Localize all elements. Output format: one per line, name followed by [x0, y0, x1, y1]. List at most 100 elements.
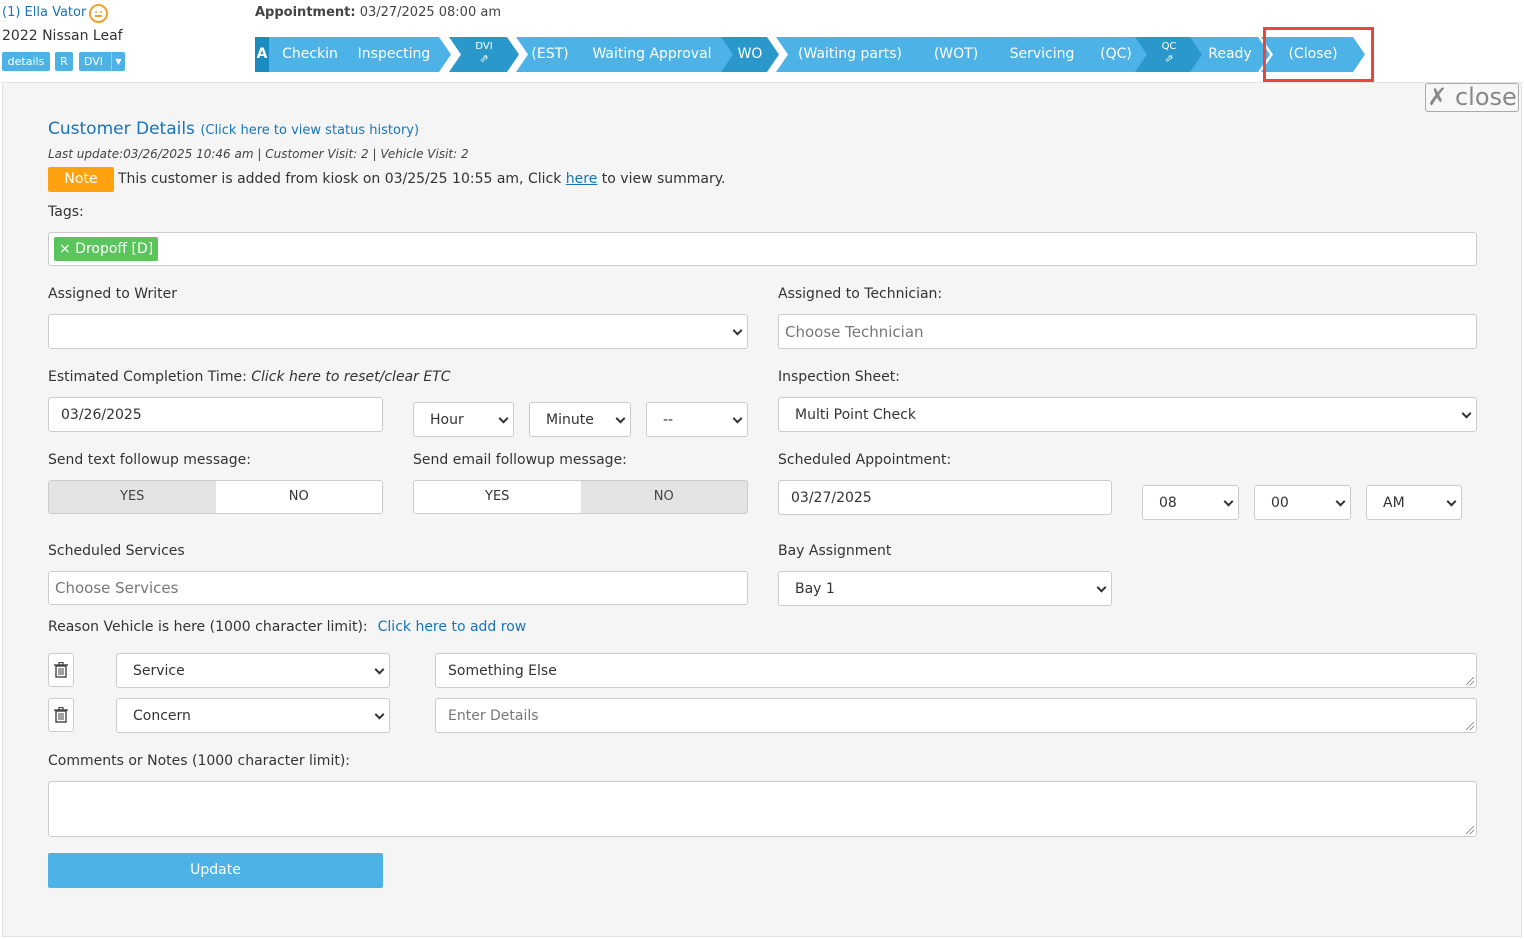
status-step-waiting-parts[interactable]: (Waiting parts) — [776, 37, 924, 72]
resize-handle-icon[interactable] — [1466, 677, 1474, 685]
add-row-link[interactable]: Click here to add row — [378, 619, 527, 635]
comments-textarea[interactable] — [48, 781, 1477, 837]
writer-select[interactable] — [48, 314, 748, 349]
appointment-value: 03/27/2025 08:00 am — [355, 5, 501, 20]
chevron-down-icon — [732, 413, 743, 424]
chevron-down-icon — [1461, 408, 1472, 419]
email-followup-yes[interactable]: YES — [414, 481, 581, 513]
reason-details-value-1: Something Else — [448, 662, 557, 679]
chevron-down-icon — [615, 413, 626, 424]
status-step-label: (WOT) — [933, 46, 979, 62]
trash-icon — [54, 662, 68, 678]
services-input[interactable]: Choose Services — [48, 571, 748, 605]
status-step-waiting-approval[interactable]: Waiting Approval — [570, 37, 734, 72]
reason-details-input-2[interactable]: Enter Details — [435, 698, 1477, 733]
reason-heading: Reason Vehicle is here (1000 character l… — [48, 619, 526, 635]
scheduled-appt-date-input[interactable]: 03/27/2025 — [778, 480, 1112, 515]
text-followup-label: Send text followup message: — [48, 452, 251, 468]
delete-row-2-button[interactable] — [48, 698, 74, 732]
status-progress-bar: Checkin Inspecting DVI ⇗ (EST) Waiting Approv… — [255, 37, 1365, 72]
scheduled-hour-select[interactable]: 08 — [1142, 485, 1239, 520]
customer-details-title: Customer Details — [48, 119, 195, 139]
etc-date-input[interactable]: 03/26/2025 — [48, 397, 383, 432]
note-badge: Note — [48, 167, 114, 192]
etc-heading: Estimated Completion Time: Click here to… — [48, 369, 451, 385]
chevron-down-icon — [732, 325, 743, 336]
inspection-select[interactable]: Multi Point Check — [778, 397, 1477, 432]
chevron-down-icon — [1223, 496, 1234, 507]
inspection-value: Multi Point Check — [795, 406, 916, 423]
etc-hour-select[interactable]: Hour — [413, 402, 514, 437]
chevron-down-icon — [1335, 496, 1346, 507]
email-followup-no[interactable]: NO — [580, 481, 747, 513]
technician-input[interactable]: Choose Technician — [778, 314, 1477, 349]
email-followup-label: Send email followup message: — [413, 452, 627, 468]
last-update-text: Last update:03/26/2025 10:46 am | Custom… — [48, 147, 469, 161]
caret-down-icon: ▼ — [111, 52, 125, 71]
etc-date-value: 03/26/2025 — [61, 406, 142, 423]
status-letter-a: A — [255, 37, 269, 72]
update-button[interactable]: Update — [48, 853, 383, 888]
close-panel-button[interactable]: ✗ close — [1425, 83, 1519, 112]
status-step-label: WO — [737, 46, 763, 62]
etc-minute-select[interactable]: Minute — [529, 402, 631, 437]
services-label: Scheduled Services — [48, 543, 185, 559]
customer-name-link[interactable]: (1) Ella Vator — [2, 5, 86, 20]
text-followup-no[interactable]: NO — [215, 481, 382, 513]
vehicle-label: 2022 Nissan Leaf — [2, 28, 123, 44]
status-step-inspecting[interactable]: Inspecting — [337, 37, 451, 72]
etc-label: Estimated Completion Time: — [48, 369, 252, 385]
etc-hour-value: Hour — [430, 411, 464, 428]
resize-handle-icon[interactable] — [1466, 826, 1474, 834]
etc-ampm-value: -- — [663, 411, 674, 428]
kiosk-note-text-end: to view summary. — [597, 171, 726, 187]
technician-label: Assigned to Technician: — [778, 286, 943, 302]
kiosk-summary-link[interactable]: here — [566, 171, 598, 187]
tags-label: Tags: — [48, 204, 84, 220]
status-step-label: Checkin — [282, 46, 338, 62]
bay-value: Bay 1 — [795, 580, 835, 597]
status-step-servicing[interactable]: Servicing — [989, 37, 1095, 72]
delete-row-1-button[interactable] — [48, 653, 74, 687]
chevron-down-icon — [498, 413, 509, 424]
technician-placeholder: Choose Technician — [785, 322, 924, 341]
reason-type-value-1: Service — [133, 662, 185, 679]
reason-type-select-1[interactable]: Service — [116, 653, 390, 688]
status-step-label: (Waiting parts) — [798, 46, 902, 62]
text-followup-yes[interactable]: YES — [49, 481, 216, 513]
reason-type-value-2: Concern — [133, 707, 191, 724]
appointment-info: Appointment: 03/27/2025 08:00 am — [255, 5, 501, 20]
chevron-down-icon — [374, 664, 385, 675]
dvi-dropdown-button[interactable]: DVI ▼ — [79, 52, 125, 71]
r-button[interactable]: R — [55, 52, 73, 71]
comments-label: Comments or Notes (1000 character limit)… — [48, 753, 350, 769]
external-link-icon: ⇗ — [479, 52, 489, 65]
status-step-checkin[interactable]: Checkin — [269, 37, 351, 72]
resize-handle-icon[interactable] — [1466, 722, 1474, 730]
etc-ampm-select[interactable]: -- — [646, 402, 748, 437]
status-step-dvi[interactable]: DVI ⇗ — [449, 37, 519, 72]
details-button[interactable]: details — [2, 52, 50, 71]
tag-dropoff[interactable]: × Dropoff [D] — [54, 237, 159, 261]
email-followup-toggle: YES NO — [413, 480, 748, 514]
reason-details-input-1[interactable]: Something Else — [435, 653, 1477, 688]
customer-details-heading: Customer Details (Click here to view sta… — [48, 119, 419, 139]
appointment-label: Appointment: — [255, 5, 356, 20]
etc-minute-value: Minute — [546, 411, 594, 428]
trash-icon — [54, 707, 68, 723]
bay-label: Bay Assignment — [778, 543, 892, 559]
neutral-face-icon — [89, 4, 108, 23]
kiosk-note-text: This customer is added from kiosk on 03/… — [118, 171, 566, 187]
reason-type-select-2[interactable]: Concern — [116, 698, 390, 733]
reset-etc-link[interactable]: Click here to reset/clear ETC — [251, 369, 450, 385]
scheduled-ampm-select[interactable]: AM — [1366, 485, 1462, 520]
status-history-link[interactable]: (Click here to view status history) — [200, 123, 419, 138]
tags-input[interactable] — [48, 232, 1477, 266]
status-step-wot[interactable]: (WOT) — [910, 37, 1002, 72]
reason-label: Reason Vehicle is here (1000 character l… — [48, 619, 368, 635]
scheduled-minute-value: 00 — [1271, 494, 1289, 511]
status-step-ready[interactable]: Ready — [1190, 37, 1270, 72]
bay-select[interactable]: Bay 1 — [778, 571, 1112, 606]
kiosk-note: This customer is added from kiosk on 03/… — [118, 171, 726, 187]
scheduled-minute-select[interactable]: 00 — [1254, 485, 1351, 520]
